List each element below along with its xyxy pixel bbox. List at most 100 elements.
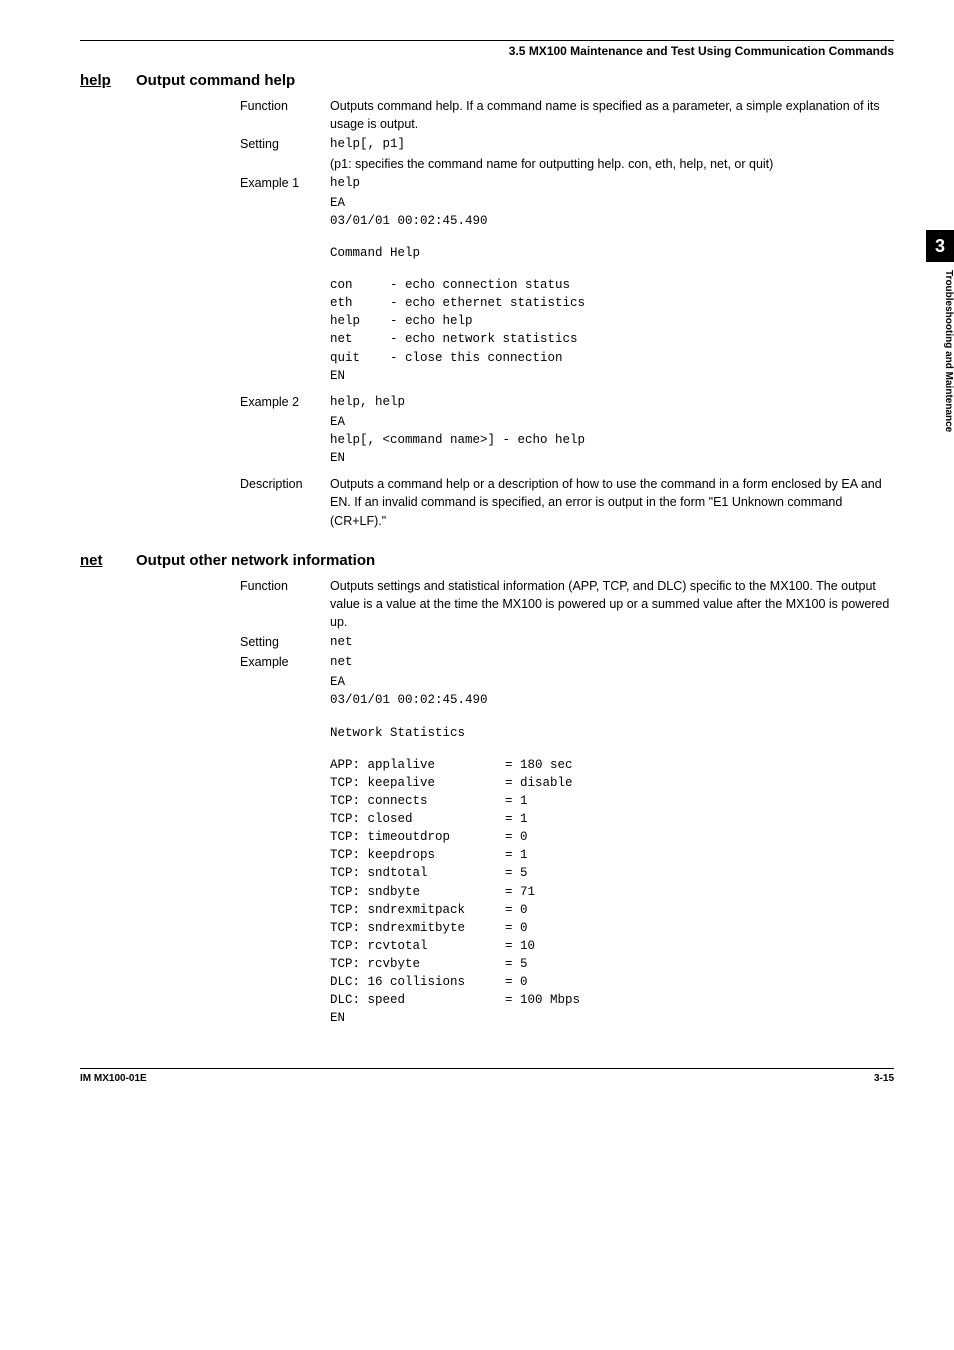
net-stats-key: TCP: timeoutdrop — [330, 828, 505, 846]
net-stats-item: TCP: sndrexmitpack= 0 — [330, 901, 894, 919]
help-ex1-l1: help — [330, 174, 894, 192]
help-ex2-row: Example 2 help, help — [240, 393, 894, 411]
net-stats-value: = 0 — [505, 828, 528, 846]
label-example1: Example 1 — [240, 174, 330, 192]
net-stats-key: TCP: connects — [330, 792, 505, 810]
help-ex1-value: - close this connection — [390, 349, 563, 367]
net-heading: net Output other network information — [80, 552, 894, 569]
net-setting-row: Setting net — [240, 633, 894, 651]
net-stats-item: TCP: sndrexmitbyte= 0 — [330, 919, 894, 937]
net-stats-item: TCP: rcvtotal= 10 — [330, 937, 894, 955]
help-ex1-item: con- echo connection status — [330, 276, 894, 294]
help-desc-row: Description Outputs a command help or a … — [240, 475, 894, 529]
help-abbr: help — [80, 72, 120, 89]
net-stats-value: = disable — [505, 774, 573, 792]
net-stats-key: DLC: speed — [330, 991, 505, 1009]
net-stats-value: = 5 — [505, 864, 528, 882]
side-label: Troubleshooting and Maintenance — [926, 262, 954, 432]
help-ex1-value: - echo help — [390, 312, 473, 330]
net-stats-key: APP: applalive — [330, 756, 505, 774]
net-stats-value: = 1 — [505, 846, 528, 864]
net-stats-value: = 71 — [505, 883, 535, 901]
net-stats-value: = 0 — [505, 973, 528, 991]
net-stats-item: DLC: speed= 100 Mbps — [330, 991, 894, 1009]
net-stats-key: DLC: 16 collisions — [330, 973, 505, 991]
net-stats-value: = 0 — [505, 901, 528, 919]
net-ex-l2: EA — [330, 673, 894, 691]
help-setting-row: Setting help[, p1] — [240, 135, 894, 153]
label-example2: Example 2 — [240, 393, 330, 411]
help-ex1-item: net- echo network statistics — [330, 330, 894, 348]
net-stats-item: TCP: sndbyte= 71 — [330, 883, 894, 901]
label-example-net: Example — [240, 653, 330, 671]
net-stats-key: TCP: rcvbyte — [330, 955, 505, 973]
help-ex1-value: - echo connection status — [390, 276, 570, 294]
help-ex1-table: con- echo connection statuseth- echo eth… — [330, 276, 894, 367]
label-function: Function — [240, 97, 330, 133]
net-stats-item: TCP: keepalive= disable — [330, 774, 894, 792]
net-setting-code: net — [330, 633, 894, 651]
net-stats-value: = 1 — [505, 792, 528, 810]
net-stats-table: APP: applalive= 180 secTCP: keepalive= d… — [330, 756, 894, 1010]
net-stats-value: = 5 — [505, 955, 528, 973]
help-ex1-key: con — [330, 276, 390, 294]
side-tab: 3 Troubleshooting and Maintenance — [926, 230, 954, 550]
help-ex2-l4: EN — [330, 449, 894, 467]
net-function-text: Outputs settings and statistical informa… — [330, 577, 894, 631]
net-stats-key: TCP: sndbyte — [330, 883, 505, 901]
help-ex1-row: Example 1 help — [240, 174, 894, 192]
help-ex2-l2: EA — [330, 413, 894, 431]
footer-right: 3-15 — [874, 1073, 894, 1084]
label-description: Description — [240, 475, 330, 529]
help-desc-text: Outputs a command help or a description … — [330, 475, 894, 529]
net-example-row: Example net — [240, 653, 894, 671]
label-setting-net: Setting — [240, 633, 330, 651]
net-abbr: net — [80, 552, 120, 569]
section-title: 3.5 MX100 Maintenance and Test Using Com… — [80, 44, 894, 58]
help-ex1-item: help- echo help — [330, 312, 894, 330]
net-stats-item: TCP: rcvbyte= 5 — [330, 955, 894, 973]
net-stats-value: = 0 — [505, 919, 528, 937]
label-function-net: Function — [240, 577, 330, 631]
help-heading: help Output command help — [80, 72, 894, 89]
help-ex1-key: help — [330, 312, 390, 330]
net-stats-key: TCP: sndrexmitbyte — [330, 919, 505, 937]
help-ex1-item: eth- echo ethernet statistics — [330, 294, 894, 312]
chapter-number: 3 — [926, 230, 954, 262]
help-ex1-l3: 03/01/01 00:02:45.490 — [330, 212, 894, 230]
net-ex-header: Network Statistics — [330, 724, 894, 742]
net-stats-key: TCP: closed — [330, 810, 505, 828]
net-stats-item: TCP: connects= 1 — [330, 792, 894, 810]
net-stats-key: TCP: sndrexmitpack — [330, 901, 505, 919]
net-function-row: Function Outputs settings and statistica… — [240, 577, 894, 631]
help-setting-note: (p1: specifies the command name for outp… — [330, 155, 894, 173]
help-ex1-key: eth — [330, 294, 390, 312]
net-stats-key: TCP: keepalive — [330, 774, 505, 792]
help-ex1-footer: EN — [330, 367, 894, 385]
help-ex1-item: quit- close this connection — [330, 349, 894, 367]
net-ex-footer: EN — [330, 1009, 894, 1027]
help-ex2-l1: help, help — [330, 393, 894, 411]
net-stats-value: = 180 sec — [505, 756, 573, 774]
footer-left: IM MX100-01E — [80, 1073, 147, 1084]
help-ex1-key: quit — [330, 349, 390, 367]
help-ex1-key: net — [330, 330, 390, 348]
page-footer: IM MX100-01E 3-15 — [80, 1068, 894, 1084]
net-stats-value: = 100 Mbps — [505, 991, 580, 1009]
help-ex1-l2: EA — [330, 194, 894, 212]
net-stats-item: DLC: 16 collisions= 0 — [330, 973, 894, 991]
net-stats-item: TCP: sndtotal= 5 — [330, 864, 894, 882]
net-title: Output other network information — [136, 552, 375, 569]
net-stats-item: TCP: timeoutdrop= 0 — [330, 828, 894, 846]
net-stats-value: = 1 — [505, 810, 528, 828]
help-ex2-l3: help[, <command name>] - echo help — [330, 431, 894, 449]
help-ex1-value: - echo ethernet statistics — [390, 294, 585, 312]
net-stats-item: TCP: closed= 1 — [330, 810, 894, 828]
help-function-row: Function Outputs command help. If a comm… — [240, 97, 894, 133]
net-stats-key: TCP: sndtotal — [330, 864, 505, 882]
net-stats-item: APP: applalive= 180 sec — [330, 756, 894, 774]
net-stats-key: TCP: rcvtotal — [330, 937, 505, 955]
document-page: 3.5 MX100 Maintenance and Test Using Com… — [0, 0, 954, 1310]
help-setting-code: help[, p1] — [330, 135, 894, 153]
net-stats-value: = 10 — [505, 937, 535, 955]
